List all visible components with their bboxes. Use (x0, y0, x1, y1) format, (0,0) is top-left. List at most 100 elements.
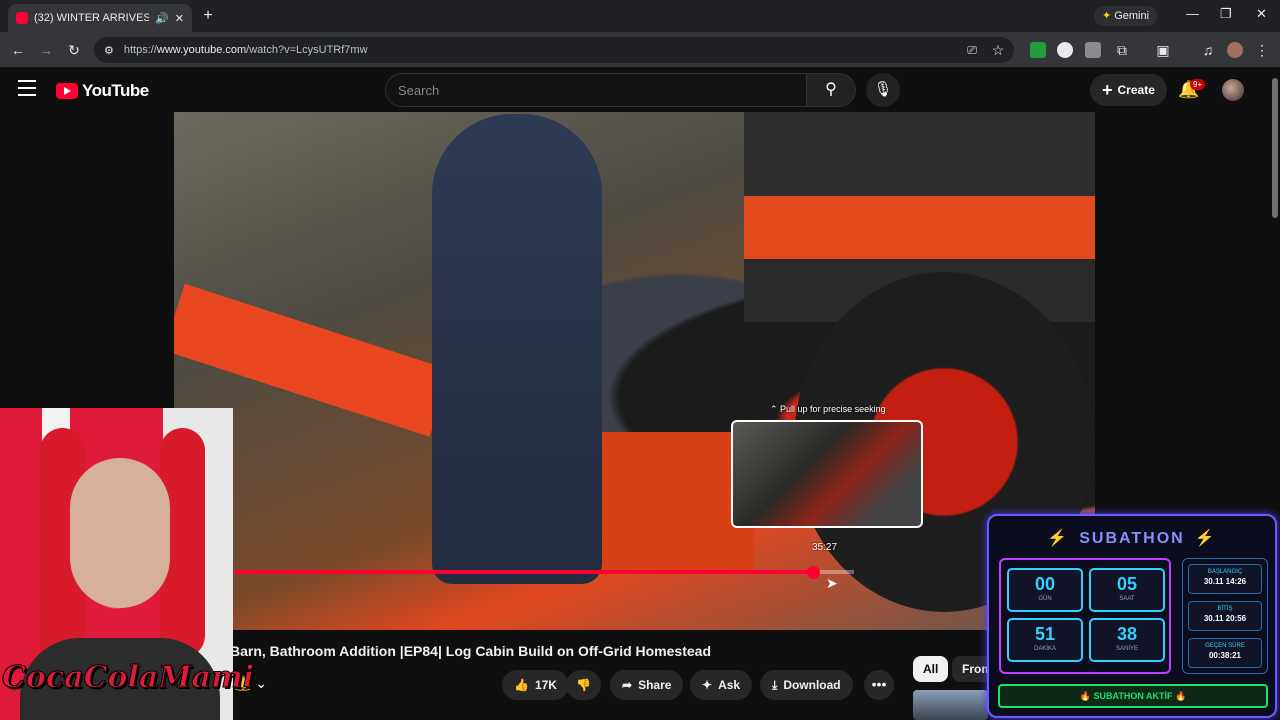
media-controls-icon[interactable]: ♫ (1198, 40, 1218, 60)
ask-button[interactable]: ✦ Ask (690, 670, 753, 700)
video-player[interactable] (174, 112, 1095, 630)
info-key: BAŞLANGIÇ (1207, 569, 1243, 575)
create-button[interactable]: + Create (1090, 74, 1167, 106)
info-start: BAŞLANGIÇ 30.11 14:26 (1188, 564, 1262, 594)
webcam-face (70, 458, 170, 608)
timer-value: 05 (1116, 574, 1138, 594)
lightning-icon: ⚡ (1194, 530, 1217, 547)
url-scheme: https:// (123, 44, 157, 56)
address-bar[interactable]: ⚙ https://www.youtube.com/watch?v=LcysUT… (94, 37, 1014, 63)
progress-scrubber[interactable] (807, 566, 820, 579)
search-input[interactable] (386, 74, 806, 106)
share-button[interactable]: ➦ Share (610, 670, 684, 700)
timer-seconds: 38 SANİYE (1089, 618, 1165, 662)
scrollbar-thumb[interactable] (1272, 78, 1278, 218)
thumbs-down-icon: 👎 (576, 678, 591, 692)
video-frame-person (432, 114, 602, 584)
browser-toolbar: ← → ↻ ⚙ https://www.youtube.com/watch?v=… (0, 32, 1280, 68)
close-tab-icon[interactable]: ✕ (175, 12, 184, 25)
plus-icon: + (1102, 80, 1113, 100)
subathon-timer: 00 GÜN 05 SAAT 51 DAKİKA 38 SANİYE (999, 558, 1171, 674)
subathon-title: ⚡ SUBATHON ⚡ (989, 528, 1275, 548)
browser-tab[interactable]: (32) WINTER ARRIVES: Tract 🔊 ✕ (8, 4, 192, 32)
subathon-title-text: SUBATHON (1079, 530, 1185, 547)
info-value: 30.11 14:26 (1203, 577, 1247, 586)
reload-icon[interactable]: ↻ (64, 40, 84, 60)
account-avatar[interactable] (1222, 79, 1244, 101)
ask-label: Ask (718, 678, 741, 692)
volume-icon[interactable]: 🔊 (155, 12, 169, 25)
progress-bar[interactable] (234, 570, 854, 574)
bookmark-star-icon[interactable]: ☆ (988, 40, 1008, 60)
timer-label: DAKİKA (1033, 646, 1056, 652)
browser-tab-strip: (32) WINTER ARRIVES: Tract 🔊 ✕ + ✦Gemini… (0, 0, 1280, 32)
reading-mode-icon[interactable]: ▣ (1153, 40, 1173, 60)
download-icon: ⤓ (772, 678, 778, 692)
subathon-widget: ⚡ SUBATHON ⚡ 00 GÜN 05 SAAT 51 DAKİKA 38 SANİY… (987, 514, 1277, 718)
progress-played (234, 570, 811, 574)
seek-preview-thumbnail (731, 420, 923, 528)
tab-title: (32) WINTER ARRIVES: Tract (34, 12, 150, 24)
profile-avatar-icon[interactable] (1227, 42, 1243, 58)
info-value: 30.11 20:56 (1203, 614, 1247, 623)
info-key: GEÇEN SÜRE (1205, 643, 1245, 649)
info-end: BİTİŞ 30.11 20:56 (1188, 601, 1262, 631)
gemini-sparkle-icon: ✦ (1102, 10, 1112, 22)
youtube-play-icon (56, 83, 78, 99)
extension-circle-icon[interactable] (1057, 42, 1073, 58)
timer-days: 00 GÜN (1007, 568, 1083, 612)
youtube-header: YouTube ⚲ 🎙 +Create 🔔 9+ (0, 68, 1280, 112)
install-app-icon[interactable]: ⎚ (962, 40, 982, 60)
url-host: www.youtube.com (156, 44, 247, 56)
info-value: 00:38:21 (1208, 651, 1242, 660)
minimize-button[interactable]: — (1186, 6, 1199, 21)
share-icon: ➦ (622, 678, 633, 692)
notification-badge: 9+ (1190, 79, 1206, 90)
close-window-button[interactable]: ✕ (1256, 6, 1267, 22)
recommended-thumbnail[interactable] (913, 690, 988, 720)
forward-icon[interactable]: → (36, 40, 56, 60)
gemini-label: Gemini (1114, 10, 1150, 22)
url-path: /watch?v=LcysUTRf7mw (246, 44, 368, 56)
info-elapsed: GEÇEN SÜRE 00:38:21 (1188, 638, 1262, 668)
gemini-button[interactable]: ✦ Gemini (1094, 6, 1158, 26)
seek-hint: ⌃ Pull up for precise seeking (770, 404, 886, 414)
download-button[interactable]: ⤓ Download (760, 670, 853, 700)
subathon-status: 🔥 SUBATHON AKTİF 🔥 (998, 684, 1268, 708)
chip-all[interactable]: All (913, 656, 949, 682)
ask-sparkle-icon: ✦ (702, 678, 713, 692)
mic-icon[interactable]: 🎙 (866, 73, 900, 107)
new-tab-button[interactable]: + (198, 6, 218, 26)
timer-label: SAAT (1119, 596, 1135, 602)
search-box (385, 73, 807, 107)
menu-icon[interactable] (18, 80, 38, 100)
video-title: Barn, Bathroom Addition |EP84| Log Cabin… (230, 643, 711, 659)
info-key: BİTİŞ (1217, 606, 1233, 612)
create-label: Create (1117, 83, 1155, 97)
search-icon[interactable]: ⚲ (806, 73, 856, 107)
more-icon[interactable]: ••• (864, 670, 894, 700)
timer-hours: 05 SAAT (1089, 568, 1165, 612)
youtube-logo[interactable]: YouTube (56, 81, 149, 101)
extension-k-icon[interactable] (1030, 42, 1046, 58)
like-count: 17K (534, 678, 557, 692)
like-button[interactable]: 👍 17K (502, 670, 569, 700)
share-label: Share (638, 678, 672, 692)
timer-label: GÜN (1038, 596, 1052, 602)
seek-preview-time: 35:27 (812, 542, 838, 553)
extension-hand-icon[interactable] (1085, 42, 1101, 58)
back-icon[interactable]: ← (8, 40, 28, 60)
dislike-button[interactable]: 👎 (566, 670, 601, 700)
site-settings-icon[interactable]: ⚙ (104, 44, 114, 57)
browser-menu-icon[interactable]: ⋮ (1252, 40, 1272, 60)
mouse-cursor-icon: ➤ (826, 575, 838, 591)
thumbs-up-icon: 👍 (514, 678, 529, 692)
maximize-button[interactable]: ❐ (1220, 6, 1232, 22)
youtube-favicon-icon (16, 12, 28, 24)
extensions-puzzle-icon[interactable]: ⧉ (1112, 40, 1132, 60)
timer-value: 51 (1034, 624, 1056, 644)
download-label: Download (783, 678, 841, 692)
timer-value: 00 (1034, 574, 1056, 594)
lightning-icon: ⚡ (1047, 530, 1070, 547)
logo-text: YouTube (82, 81, 149, 100)
